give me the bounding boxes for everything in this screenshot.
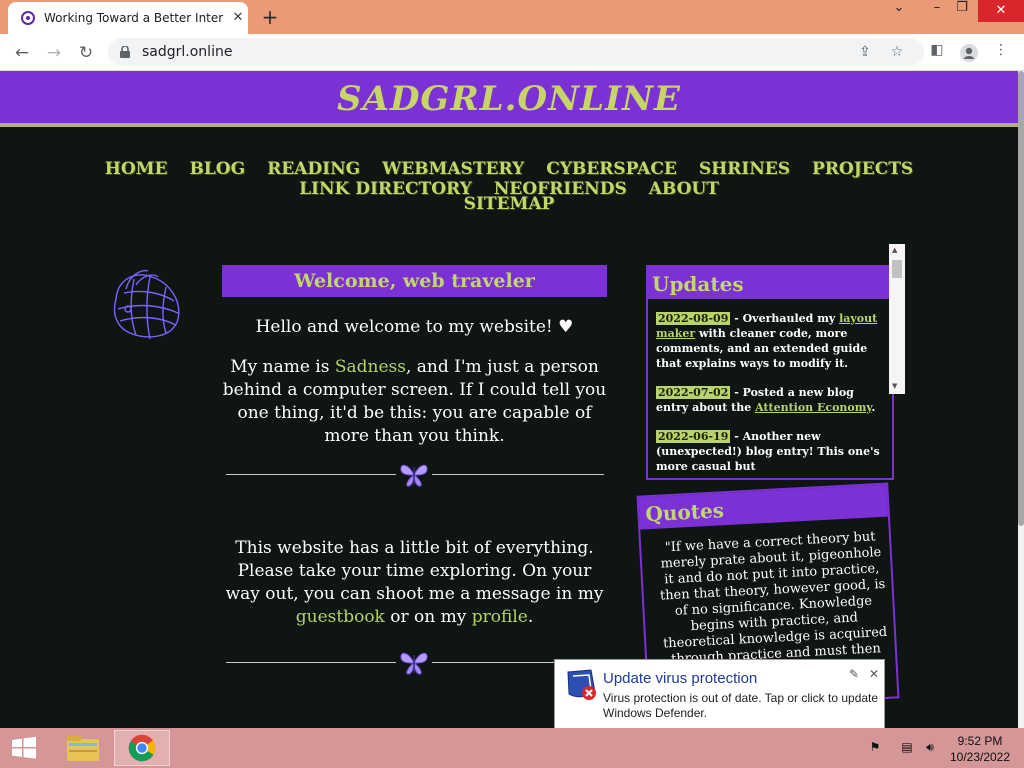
tray-flag-alert-icon[interactable]: ⚑	[866, 740, 884, 756]
bookmark-star-icon[interactable]: ☆	[888, 43, 906, 61]
defender-notification[interactable]: Update virus protection Virus protection…	[554, 659, 885, 729]
web-page: SADGRL.ONLINE HOME BLOG READING WEBMASTERY C…	[0, 71, 1018, 728]
notification-body: Virus protection is out of date. Tap or …	[603, 691, 879, 720]
address-bar[interactable]: sadgrl.online ⇪ ☆	[108, 38, 924, 66]
update-text: - Overhauled my	[730, 312, 840, 325]
browser-tab[interactable]: Working Toward a Better Internet ✕	[8, 2, 248, 34]
forward-icon[interactable]: →	[42, 41, 66, 65]
defender-warning-icon	[567, 669, 596, 700]
update-item: 2022-07-02 - Posted a new blog entry abo…	[656, 385, 882, 415]
nav-row: SITEMAP	[0, 194, 1018, 229]
nav-link-about[interactable]: ABOUT	[649, 179, 719, 199]
taskbar-clock[interactable]: 9:52 PM 10/23/2022	[940, 733, 1020, 765]
guestbook-link[interactable]: guestbook	[296, 607, 385, 627]
wireframe-bunny-icon	[113, 269, 180, 340]
windows-taskbar: ⚑ ▤ 🔊︎ 9:52 PM 10/23/2022	[0, 728, 1024, 768]
intro-text: My name is	[230, 357, 335, 377]
welcome-section: Welcome, web traveler Hello and welcome …	[222, 265, 607, 677]
site-logo[interactable]: SADGRL.ONLINE	[0, 79, 1018, 119]
site-nav: HOME BLOG READING WEBMASTERY CYBERSPACE SHRIN…	[0, 159, 1018, 229]
share-icon[interactable]: ⇪	[856, 43, 874, 61]
back-icon[interactable]: ←	[10, 41, 34, 65]
update-item: 2022-08-09 - Overhauled my layout maker …	[656, 311, 882, 371]
updates-list[interactable]: 2022-08-09 - Overhauled my layout maker …	[656, 311, 904, 488]
explore-text: This website has a little bit of everyth…	[225, 538, 604, 604]
tray-volume-icon[interactable]: 🔊︎	[921, 740, 939, 756]
clock-date: 10/23/2022	[949, 750, 1011, 764]
lock-icon	[120, 46, 130, 58]
nav-link-reading[interactable]: READING	[267, 159, 360, 179]
updates-box: Updates 2022-08-09 - Overhauled my layou…	[646, 265, 894, 480]
notification-close-icon[interactable]: ✕	[867, 667, 881, 681]
update-date: 2022-07-02	[656, 386, 731, 399]
tab-strip: Working Toward a Better Internet ✕ + ⌄ –…	[0, 0, 1024, 34]
nav-link-projects[interactable]: PROJECTS	[812, 159, 913, 179]
reload-icon[interactable]: ↻	[74, 41, 98, 65]
nav-row: HOME BLOG READING WEBMASTERY CYBERSPACE SHRIN…	[0, 159, 1018, 199]
notification-title: Update virus protection	[603, 670, 758, 687]
new-tab-button[interactable]: +	[259, 6, 281, 28]
tab-search-icon[interactable]: ⌄	[883, 0, 915, 28]
divider	[222, 459, 607, 489]
close-window-icon[interactable]: ✕	[978, 0, 1024, 22]
nav-link-link-directory[interactable]: LINK DIRECTORY	[299, 179, 472, 199]
nav-link-sitemap[interactable]: SITEMAP	[464, 194, 555, 214]
start-windows-icon[interactable]	[0, 730, 48, 766]
clock-time: 9:52 PM	[957, 734, 1003, 748]
tray-network-icon[interactable]: ▤	[898, 740, 916, 756]
browser-toolbar: ← → ↻ sadgrl.online ⇪ ☆ ◧ ⋮	[0, 34, 1024, 71]
update-date: 2022-08-09	[656, 312, 731, 325]
chrome-taskbar-icon[interactable]	[114, 730, 170, 766]
name-highlight: Sadness	[334, 357, 406, 377]
explore-text: or on my	[384, 607, 472, 627]
nav-link-webmastery[interactable]: WEBMASTERY	[382, 159, 524, 179]
updates-scrollbar[interactable]: ▲ ▼	[889, 244, 905, 394]
explore-paragraph: This website has a little bit of everyth…	[222, 537, 607, 629]
page-scrollbar[interactable]	[1018, 71, 1024, 728]
restore-icon[interactable]: ❐	[946, 0, 978, 28]
notification-settings-icon[interactable]: ✎	[847, 667, 861, 681]
profile-avatar-icon[interactable]	[958, 42, 980, 64]
side-panel-icon[interactable]: ◧	[926, 42, 948, 64]
page-scroll-thumb[interactable]	[1018, 71, 1024, 526]
url-text: sadgrl.online	[142, 44, 233, 60]
updates-heading: Updates	[648, 267, 892, 299]
update-link[interactable]: Attention Economy	[755, 401, 871, 414]
divider	[222, 647, 607, 677]
welcome-heading: Welcome, web traveler	[222, 265, 607, 297]
nav-link-blog[interactable]: BLOG	[189, 159, 245, 179]
intro-paragraph: My name is Sadness, and I'm just a perso…	[222, 356, 607, 448]
file-explorer-icon[interactable]	[56, 730, 112, 766]
nav-link-home[interactable]: HOME	[105, 159, 168, 179]
butterfly-icon	[400, 652, 428, 675]
site-banner: SADGRL.ONLINE	[0, 71, 1018, 127]
explore-text: .	[527, 607, 534, 627]
update-item: 2022-06-19 - Another new (unexpected!) b…	[656, 429, 882, 474]
tab-close-icon[interactable]: ✕	[230, 10, 246, 26]
profile-link[interactable]: profile	[472, 607, 528, 627]
butterfly-icon	[400, 464, 428, 487]
menu-kebab-icon[interactable]: ⋮	[990, 42, 1012, 64]
greeting-text: Hello and welcome to my website! ♥	[255, 317, 574, 337]
nav-link-cyberspace[interactable]: CYBERSPACE	[546, 159, 677, 179]
update-date: 2022-06-19	[656, 430, 731, 443]
tab-title: Working Toward a Better Internet	[44, 11, 224, 25]
site-favicon-icon	[21, 11, 35, 25]
update-text: .	[871, 401, 876, 414]
nav-link-shrines[interactable]: SHRINES	[699, 159, 790, 179]
